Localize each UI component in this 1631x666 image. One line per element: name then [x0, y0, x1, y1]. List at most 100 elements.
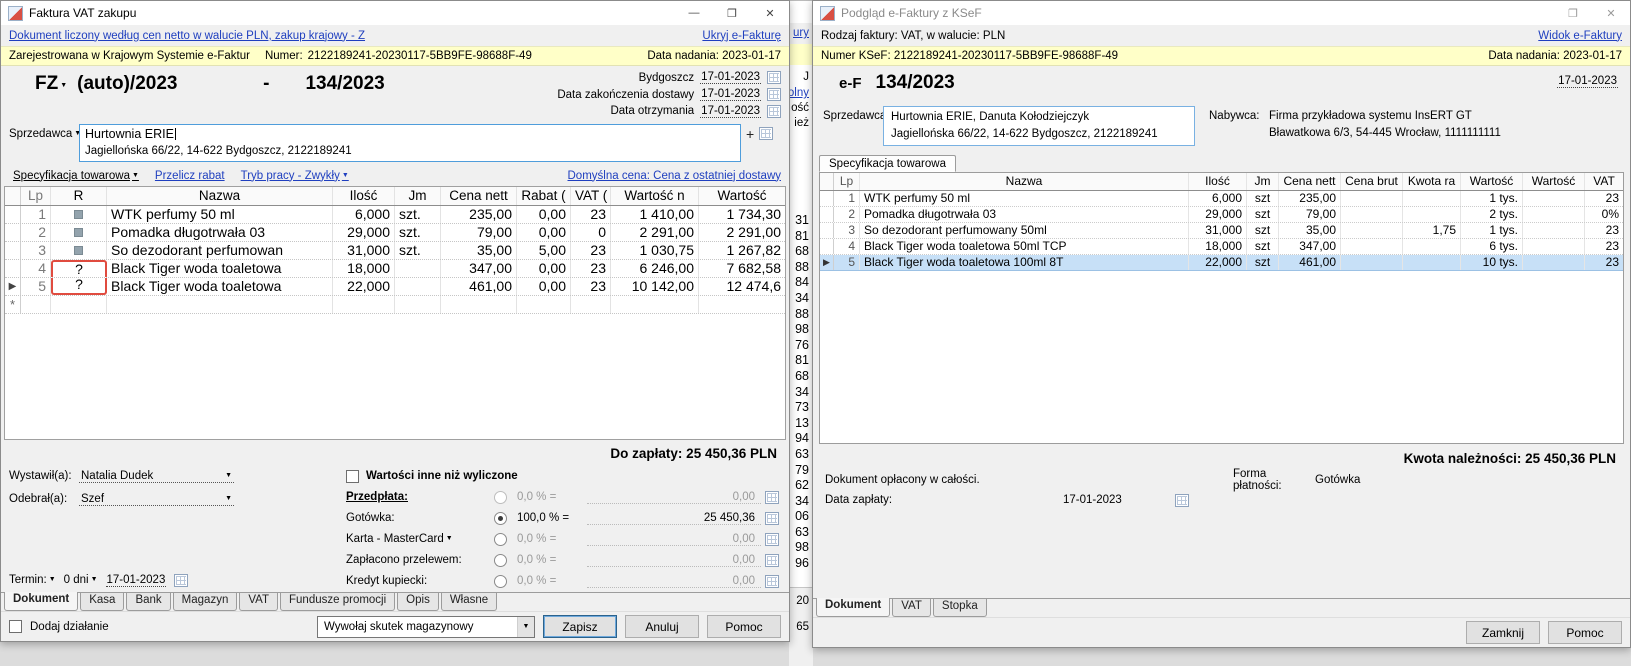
tab-magazyn[interactable]: Magazyn — [172, 593, 238, 611]
seller-input[interactable]: Hurtownia ERIE Jagiellońska 66/22, 14-62… — [79, 124, 741, 162]
save-button[interactable]: Zapisz — [543, 615, 617, 638]
table-row[interactable]: 1 WTK perfumy 50 ml 6,000 szt 235,00 1 t… — [820, 191, 1623, 207]
contractor-list-icon[interactable] — [759, 127, 774, 140]
tab-kasa[interactable]: Kasa — [80, 593, 125, 611]
col-wartosc[interactable]: Wartość — [699, 187, 785, 205]
tab-dokument[interactable]: Dokument — [4, 592, 79, 611]
kredyt-radio[interactable] — [494, 574, 507, 588]
tab-vat[interactable]: VAT — [239, 593, 279, 611]
table-row[interactable]: 1 WTK perfumy 50 ml 6,000 szt. 235,00 0,… — [5, 206, 785, 224]
spec-towarowa-selector[interactable]: Specyfikacja towarowa ▼ — [13, 170, 139, 182]
table-row[interactable]: 2 Pomadka długotrwała 03 29,000 szt. 79,… — [5, 224, 785, 242]
help-button[interactable]: Pomoc — [1548, 621, 1622, 644]
help-button[interactable]: Pomoc — [707, 615, 781, 638]
add-contractor-button[interactable]: + — [746, 127, 754, 141]
close-window-button[interactable]: Zamknij — [1466, 621, 1540, 644]
col-cena-netto[interactable]: Cena nett — [441, 187, 517, 205]
doc-number-auto-field[interactable]: (auto)/2023 — [77, 73, 227, 95]
karta-selector[interactable]: Karta - MasterCard ▼ — [346, 533, 494, 545]
tab-bank[interactable]: Bank — [126, 593, 171, 611]
amount-grid-icon[interactable] — [765, 490, 779, 504]
new-row-icon: * — [5, 296, 21, 313]
tab-vat[interactable]: VAT — [892, 599, 931, 617]
amount-grid-icon[interactable] — [765, 553, 779, 567]
calendar-icon[interactable] — [174, 573, 189, 587]
delivery-date-field[interactable]: 17-01-2023 — [700, 88, 761, 101]
tab-stopka[interactable]: Stopka — [932, 599, 987, 617]
seller-selector[interactable]: Sprzedawca ▼ — [9, 124, 81, 140]
document-footer-form: Wystawił(a): Natalia Dudek ▼ Odebrał(a): … — [1, 464, 789, 592]
seller-section: Sprzedawca ▼ Hurtownia ERIE Jagiellońska … — [1, 120, 789, 164]
termin-selector[interactable]: Termin: ▼ — [9, 574, 56, 586]
table-row[interactable]: 3 So dezodorant perfumowany 50ml 31,000 … — [820, 223, 1623, 239]
maximize-icon[interactable]: ❐ — [1554, 1, 1592, 25]
calendar-icon[interactable] — [767, 88, 781, 101]
prepay-amount[interactable]: 0,00 — [587, 491, 761, 504]
tab-wlasne[interactable]: Własne — [440, 593, 498, 611]
issue-city[interactable]: Bydgoszcz — [639, 72, 695, 84]
receive-date-field[interactable]: 17-01-2023 — [700, 105, 761, 118]
document-pricing-link[interactable]: Dokument liczony według cen netto w walu… — [9, 30, 365, 42]
col-jm[interactable]: Jm — [395, 187, 441, 205]
new-item-row[interactable]: * — [5, 296, 785, 314]
cancel-button[interactable]: Anuluj — [625, 615, 699, 638]
col-vat[interactable]: VAT ( — [571, 187, 611, 205]
tryb-pracy-link[interactable]: Tryb pracy - Zwykły ▼ — [241, 170, 349, 182]
przelew-radio[interactable] — [494, 553, 507, 567]
issue-date-field[interactable]: 17-01-2023 — [700, 71, 761, 85]
ksef-info-bar: Numer KSeF: 2122189241-20230117-5BB9FE-9… — [813, 46, 1630, 66]
table-row-current[interactable]: ▶ 5 ? Black Tiger woda toaletowa 22,000 … — [5, 278, 785, 296]
action-bar: Zamknij Pomoc — [813, 617, 1630, 647]
unmatched-item-marker[interactable]: ? — [51, 260, 107, 277]
col-nazwa[interactable]: Nazwa — [107, 187, 333, 205]
close-icon[interactable]: ✕ — [1592, 1, 1630, 25]
col-ilosc[interactable]: Ilość — [333, 187, 395, 205]
tab-fundusze[interactable]: Fundusze promocji — [280, 593, 396, 611]
przelicz-rabat-link[interactable]: Przelicz rabat — [155, 170, 225, 182]
col-r[interactable]: R — [51, 187, 107, 205]
table-row[interactable]: 3 So dezodorant perfumowan 31,000 szt. 3… — [5, 242, 785, 260]
wystawil-combo[interactable]: Natalia Dudek ▼ — [79, 470, 234, 483]
dodaj-dzialanie-checkbox[interactable] — [9, 620, 22, 633]
table-row[interactable]: 4 ? Black Tiger woda toaletowa 18,000 34… — [5, 260, 785, 278]
chevron-down-icon: ▼ — [445, 535, 453, 542]
gotowka-amount[interactable]: 25 450,36 — [587, 512, 761, 525]
clipped-text: ury — [793, 27, 809, 39]
przelew-amount[interactable]: 0,00 — [587, 554, 761, 567]
table-row[interactable]: 4 Black Tiger woda toaletowa 50ml TCP 18… — [820, 239, 1623, 255]
maximize-icon[interactable]: ❐ — [713, 1, 751, 25]
table-row-selected[interactable]: ▶ 5 Black Tiger woda toaletowa 100ml 8T … — [820, 255, 1623, 271]
minimize-icon[interactable]: — — [675, 1, 713, 25]
odebral-combo[interactable]: Szef ▼ — [79, 493, 234, 506]
amount-grid-icon[interactable] — [765, 511, 779, 525]
termin-date-field[interactable]: 17-01-2023 — [105, 574, 167, 587]
gotowka-radio[interactable] — [494, 511, 507, 525]
amount-grid-icon[interactable] — [765, 532, 779, 546]
col-lp[interactable]: Lp — [21, 187, 51, 205]
other-values-checkbox[interactable] — [346, 469, 359, 483]
tab-opis[interactable]: Opis — [397, 593, 439, 611]
kredyt-amount[interactable]: 0,00 — [587, 575, 761, 588]
tab-dokument[interactable]: Dokument — [816, 598, 891, 617]
calendar-icon[interactable] — [767, 71, 781, 85]
tab-specyfikacja-towarowa[interactable]: Specyfikacja towarowa — [819, 155, 956, 172]
unmatched-item-marker[interactable]: ? — [51, 278, 107, 295]
table-row[interactable]: 2 Pomadka długotrwała 03 29,000 szt 79,0… — [820, 207, 1623, 223]
domyslna-cena-link[interactable]: Domyślna cena: Cena z ostatniej dostawy — [568, 170, 782, 182]
prepay-radio[interactable] — [494, 490, 507, 504]
amount-grid-icon[interactable] — [765, 574, 779, 588]
karta-radio[interactable] — [494, 532, 507, 546]
karta-amount[interactable]: 0,00 — [587, 533, 761, 546]
invoice-type-text: Rodzaj faktury: VAT, w walucie: PLN — [821, 29, 1006, 42]
close-icon[interactable]: ✕ — [751, 1, 789, 25]
doc-type-selector[interactable]: FZ ▼ — [35, 73, 67, 95]
przedplata-link[interactable]: Przedpłata: — [346, 491, 494, 503]
col-wartosc-netto[interactable]: Wartość n — [611, 187, 699, 205]
widok-efaktury-link[interactable]: Widok e-Faktury — [1538, 30, 1622, 42]
hide-efaktura-link[interactable]: Ukryj e-Fakturę — [702, 30, 781, 42]
col-rabat[interactable]: Rabat ( — [517, 187, 571, 205]
current-row-marker-icon: ▶ — [820, 255, 834, 270]
termin-days-combo[interactable]: 0 dni ▼ — [64, 574, 98, 586]
calendar-icon[interactable] — [767, 104, 781, 118]
skutek-magazynowy-select[interactable]: Wywołaj skutek magazynowy ▼ — [317, 615, 535, 638]
